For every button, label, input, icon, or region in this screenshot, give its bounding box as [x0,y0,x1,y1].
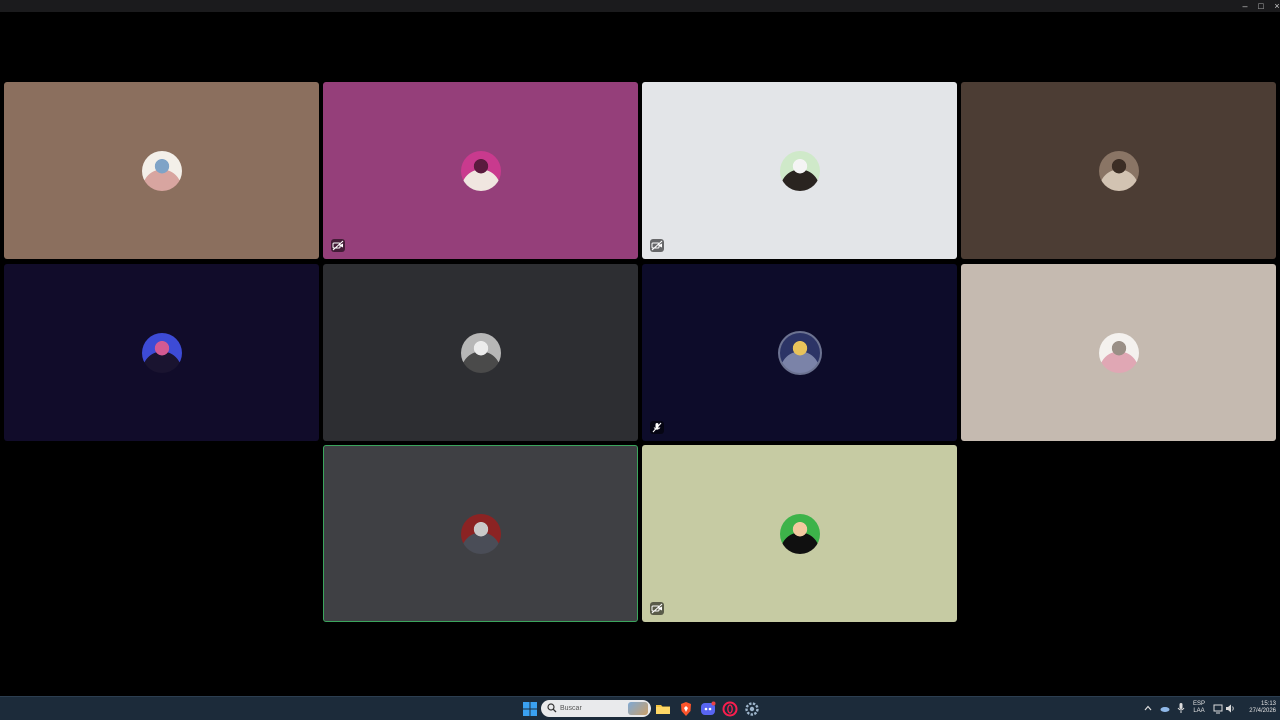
participant-avatar[interactable] [460,150,501,191]
file-explorer-icon[interactable] [655,701,671,717]
clock-time: 15:13 [1260,701,1276,707]
language-code: ESP [1192,701,1205,707]
participant-avatar[interactable] [141,150,182,191]
participant-tile[interactable] [4,264,319,441]
participant-avatar[interactable] [1098,332,1139,373]
opera-gx-icon[interactable] [722,701,738,717]
participant-avatar[interactable] [779,513,820,554]
clock[interactable]: 15:13 27/4/2026 [1238,701,1276,715]
participant-avatar[interactable] [460,513,501,554]
camera-off-icon [650,602,664,615]
participant-tile[interactable] [4,82,319,259]
search-placeholder: Buscar [560,705,582,712]
language-indicator[interactable]: ESP LAA [1191,701,1207,715]
participant-tile[interactable] [323,82,638,259]
search-highlight-image [628,702,648,715]
participant-avatar[interactable] [460,332,501,373]
participant-avatar[interactable] [779,332,820,373]
camera-off-icon [650,239,664,252]
taskbar-search[interactable]: Buscar [541,700,651,717]
volume-icon[interactable] [1225,703,1236,714]
keyboard-layout: LAA [1193,708,1205,714]
onedrive-icon[interactable] [1159,703,1170,714]
participant-tile[interactable] [323,264,638,441]
participant-tile[interactable] [642,82,957,259]
participant-tile[interactable] [323,445,638,622]
clock-date: 27/4/2026 [1249,708,1276,714]
participant-tile[interactable] [961,82,1276,259]
camera-off-icon [331,239,345,252]
participant-avatar[interactable] [1098,150,1139,191]
microphone-icon[interactable] [1176,702,1186,714]
taskbar: Buscar ESP LAA 15:13 27/4/2026 [0,696,1280,720]
windows-start-icon[interactable] [522,701,538,717]
participant-avatar[interactable] [141,332,182,373]
participant-avatar[interactable] [779,150,820,191]
participant-tile[interactable] [642,445,957,622]
network-icon[interactable] [1213,703,1224,714]
search-icon [547,703,557,713]
chevron-up-icon[interactable] [1144,704,1152,712]
video-grid [0,0,1280,696]
settings-gear-icon[interactable] [744,701,760,717]
participant-tile[interactable] [961,264,1276,441]
discord-icon[interactable] [700,701,716,717]
brave-browser-icon[interactable] [678,701,694,717]
participant-tile[interactable] [642,264,957,441]
muted-mic-icon [650,421,664,434]
